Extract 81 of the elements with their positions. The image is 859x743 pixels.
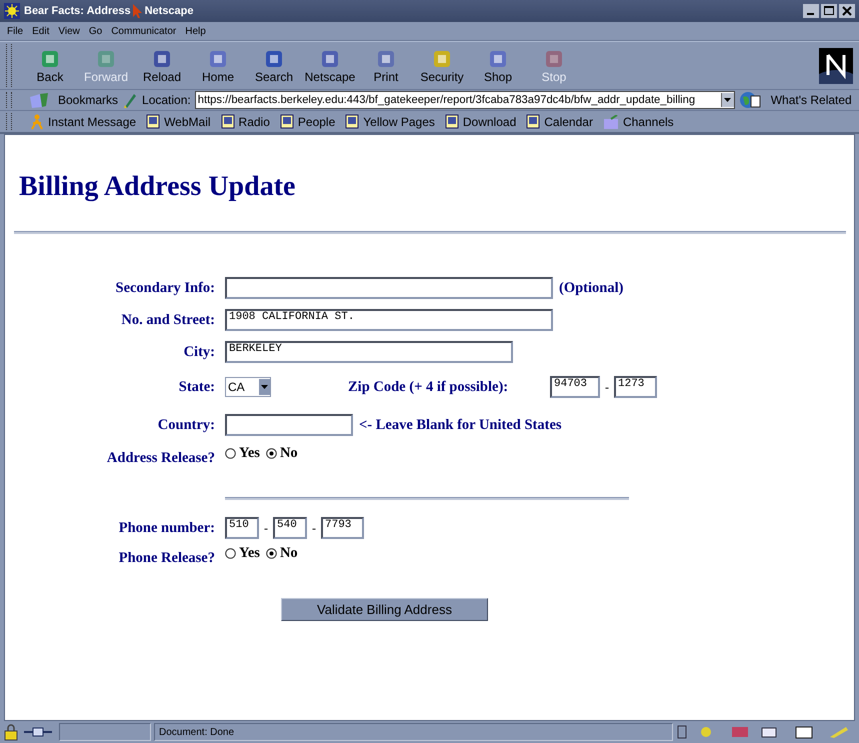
toolbar-button[interactable]: Home [190, 46, 246, 86]
radio-button[interactable] [225, 548, 236, 559]
input-field[interactable]: 7793 [321, 517, 364, 539]
state-dropdown[interactable]: CA [225, 377, 271, 397]
input-field[interactable]: 540 [273, 517, 307, 539]
bookmark-link[interactable]: Instant Message [30, 114, 136, 130]
radio-label: No [280, 445, 298, 462]
radio-label: No [280, 545, 298, 562]
menu-item[interactable]: Communicator [111, 26, 176, 36]
menu-item[interactable]: File [7, 26, 24, 36]
field-label: City: [5, 336, 225, 368]
url-field[interactable]: https://bearfacts.berkeley.edu:443/bf_gatekeeper/report/3fcaba783a97dc4b/bfw_addr_update_billing [194, 91, 735, 109]
caret-icon[interactable] [261, 385, 268, 389]
page-icon [444, 114, 459, 129]
menu-item[interactable]: Edit [32, 26, 50, 36]
logo-icon[interactable] [819, 48, 853, 84]
input-field[interactable]: 510 [225, 517, 259, 539]
radio-label: Yes [239, 545, 260, 562]
menu-item[interactable]: View [58, 26, 80, 36]
sun-icon [4, 3, 20, 19]
field-label: Phone number: [5, 512, 225, 544]
field-label: Country: [5, 406, 225, 444]
toolbar-button[interactable]: Security [414, 46, 470, 86]
folder-icon [602, 114, 619, 128]
input-field[interactable] [225, 414, 353, 436]
bookmark-link[interactable]: Download [444, 114, 516, 129]
page-heading: Billing Address Update [19, 171, 296, 203]
bookmark-link[interactable]: People [280, 114, 336, 129]
location-label: Location: [142, 93, 191, 107]
bookmark-link[interactable]: WebMail [146, 114, 211, 129]
input-field[interactable]: 94703 [550, 376, 600, 398]
field-note: <- Leave Blank for United States [359, 416, 562, 432]
bookmarks-button[interactable]: Bookmarks [58, 93, 118, 107]
menu-item[interactable]: Help [185, 26, 206, 36]
field-label: Address Release? [5, 444, 225, 480]
menu-item[interactable]: Go [88, 26, 102, 36]
close-icon[interactable] [839, 4, 855, 18]
bookmark-link[interactable]: Channels [602, 114, 674, 128]
lock-icon [3, 723, 19, 741]
input-field[interactable]: 1273 [614, 376, 657, 398]
page-icon [345, 114, 360, 129]
input-field[interactable]: BERKELEY [225, 341, 513, 363]
page-icon [280, 114, 294, 129]
separator: - [312, 520, 316, 534]
field-label: No. and Street: [5, 304, 225, 336]
field-note: (Optional) [559, 280, 624, 296]
radio-label: Yes [239, 445, 260, 462]
radio-button[interactable] [266, 448, 277, 459]
status-text: Document: Done [154, 723, 673, 741]
bookmark-link[interactable]: Radio [220, 114, 270, 129]
page-icon [146, 114, 160, 129]
maximize-icon[interactable] [821, 4, 837, 18]
toolbar-button[interactable]: Print [358, 46, 414, 86]
page-icon [220, 114, 235, 129]
validate-button[interactable]: Validate Billing Address [281, 598, 488, 621]
pen-icon [122, 91, 138, 109]
caret-icon[interactable] [724, 98, 732, 102]
whats-related-button[interactable]: What's Related [770, 93, 852, 107]
bookmark-link[interactable]: Calendar [526, 114, 593, 129]
toolbar-button[interactable]: Back [22, 46, 78, 86]
separator: - [264, 520, 268, 534]
radio-button[interactable] [266, 548, 277, 559]
toolbar-button[interactable]: Shop [470, 46, 526, 86]
field-label: State: [5, 368, 225, 406]
field-label: Zip Code (+ 4 if possible): [348, 378, 510, 396]
toolbar-button[interactable]: Reload [134, 46, 190, 86]
window-title: Netscape [144, 5, 194, 17]
radio-button[interactable] [225, 448, 236, 459]
cursor-icon [132, 4, 142, 18]
toolbar-button[interactable]: Search [246, 46, 302, 86]
input-field[interactable] [225, 277, 553, 299]
bookmark-link[interactable]: Yellow Pages [345, 114, 435, 129]
field-label: Phone Release? [5, 544, 225, 580]
field-label: Secondary Info: [5, 272, 225, 304]
input-field[interactable]: 1908 CALIFORNIA ST. [225, 309, 553, 331]
page-icon [526, 114, 540, 129]
window-title: Bear Facts: Address [24, 5, 131, 17]
toolbar-button[interactable]: Netscape [302, 46, 358, 86]
person-icon [30, 114, 44, 130]
separator: - [605, 380, 609, 394]
minimize-icon[interactable] [803, 4, 819, 18]
